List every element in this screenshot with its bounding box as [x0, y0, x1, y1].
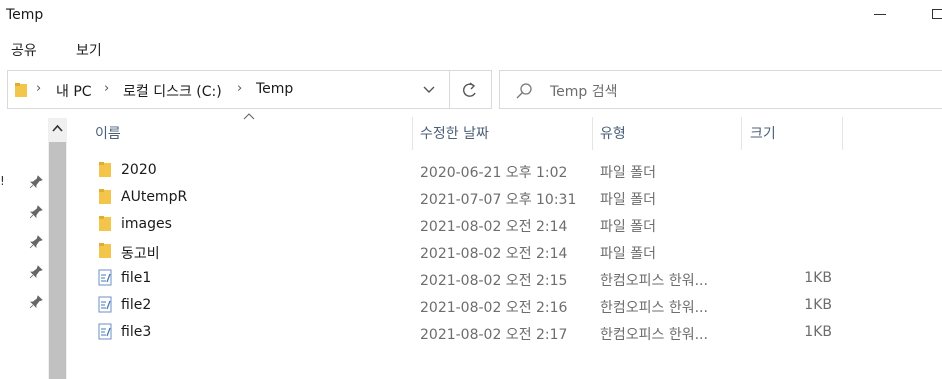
sort-ascending-icon — [243, 113, 255, 120]
breadcrumb-temp[interactable]: Temp — [256, 81, 293, 97]
tab-view[interactable]: 보기 — [76, 40, 102, 60]
scroll-up-button[interactable] — [48, 118, 67, 140]
file-name: file2 — [121, 297, 152, 313]
chevron-right-icon: › — [104, 81, 110, 96]
chevron-right-icon: › — [237, 81, 243, 96]
refresh-icon[interactable] — [459, 80, 481, 100]
file-date: 2021-07-07 오후 10:31 — [420, 192, 577, 208]
file-type: 파일 폴더 — [600, 246, 656, 262]
file-type: 한컴오피스 한워... — [600, 327, 708, 343]
search-box[interactable]: Temp 검색 — [499, 70, 942, 109]
file-date: 2021-08-02 오전 2:16 — [420, 300, 568, 316]
file-name: file1 — [121, 270, 152, 286]
pin-icon[interactable] — [29, 265, 43, 279]
file-date: 2021-08-02 오전 2:15 — [420, 273, 568, 289]
file-date: 2021-08-02 오전 2:14 — [420, 219, 568, 235]
list-item[interactable]: images 2021-08-02 오전 2:14 파일 폴더 — [92, 212, 842, 239]
file-name: images — [121, 216, 172, 232]
chevron-up-icon — [52, 124, 63, 132]
column-header-type[interactable]: 유형 — [600, 123, 626, 143]
file-type: 파일 폴더 — [600, 192, 656, 208]
tab-share[interactable]: 공유 — [11, 40, 37, 60]
window-title: Temp — [6, 7, 44, 23]
column-header-size[interactable]: 크기 — [750, 123, 776, 143]
folder-icon — [15, 83, 27, 97]
column-divider[interactable] — [842, 117, 843, 150]
column-divider[interactable] — [412, 117, 413, 150]
document-icon — [98, 269, 112, 286]
column-header-date[interactable]: 수정한 날짜 — [420, 123, 489, 143]
column-header-name[interactable]: 이름 — [95, 123, 121, 143]
pin-icon[interactable] — [29, 295, 43, 309]
file-name: file3 — [121, 324, 152, 340]
file-type: 파일 폴더 — [600, 219, 656, 235]
folder-icon — [99, 162, 111, 177]
nav-pane-text-fragment: ! — [0, 174, 5, 188]
file-size: 1KB — [804, 270, 832, 286]
list-item[interactable]: 2020 2020-06-21 오후 1:02 파일 폴더 — [92, 158, 842, 185]
document-icon — [98, 296, 112, 313]
file-type: 한컴오피스 한워... — [600, 273, 708, 289]
file-name: AUtempR — [121, 189, 188, 205]
file-type: 한컴오피스 한워... — [600, 300, 708, 316]
folder-icon — [99, 216, 111, 231]
column-divider[interactable] — [741, 117, 742, 150]
address-bar[interactable]: › 내 PC › 로컬 디스크 (C:) › Temp — [7, 70, 492, 109]
list-item[interactable]: file2 2021-08-02 오전 2:16 한컴오피스 한워... 1KB — [92, 293, 842, 320]
breadcrumb-this-pc[interactable]: 내 PC — [56, 81, 92, 101]
search-icon — [516, 83, 532, 99]
folder-icon — [99, 189, 111, 204]
file-name: 동고비 — [121, 246, 160, 262]
pin-icon[interactable] — [29, 175, 43, 189]
list-item[interactable]: file3 2021-08-02 오전 2:17 한컴오피스 한워... 1KB — [92, 320, 842, 347]
list-item[interactable]: AUtempR 2021-07-07 오후 10:31 파일 폴더 — [92, 185, 842, 212]
maximize-button[interactable] — [932, 9, 942, 19]
search-placeholder: Temp 검색 — [550, 84, 618, 100]
list-item[interactable]: 동고비 2021-08-02 오전 2:14 파일 폴더 — [92, 239, 842, 266]
scrollbar-thumb[interactable] — [49, 142, 66, 379]
list-item[interactable]: file1 2021-08-02 오전 2:15 한컴오피스 한워... 1KB — [92, 266, 842, 293]
pin-icon[interactable] — [29, 205, 43, 219]
chevron-right-icon: › — [36, 81, 42, 96]
chevron-down-icon[interactable] — [422, 84, 436, 96]
file-size: 1KB — [804, 297, 832, 313]
file-date: 2020-06-21 오후 1:02 — [420, 165, 568, 181]
file-type: 파일 폴더 — [600, 165, 656, 181]
file-size: 1KB — [804, 324, 832, 340]
pin-icon[interactable] — [29, 235, 43, 249]
column-divider[interactable] — [592, 117, 593, 150]
breadcrumb-local-disk[interactable]: 로컬 디스크 (C:) — [123, 81, 222, 101]
file-name: 2020 — [121, 162, 157, 178]
minimize-button[interactable] — [874, 14, 886, 15]
file-date: 2021-08-02 오전 2:17 — [420, 327, 568, 343]
document-icon — [98, 323, 112, 340]
file-date: 2021-08-02 오전 2:14 — [420, 246, 568, 262]
folder-icon — [99, 243, 111, 258]
